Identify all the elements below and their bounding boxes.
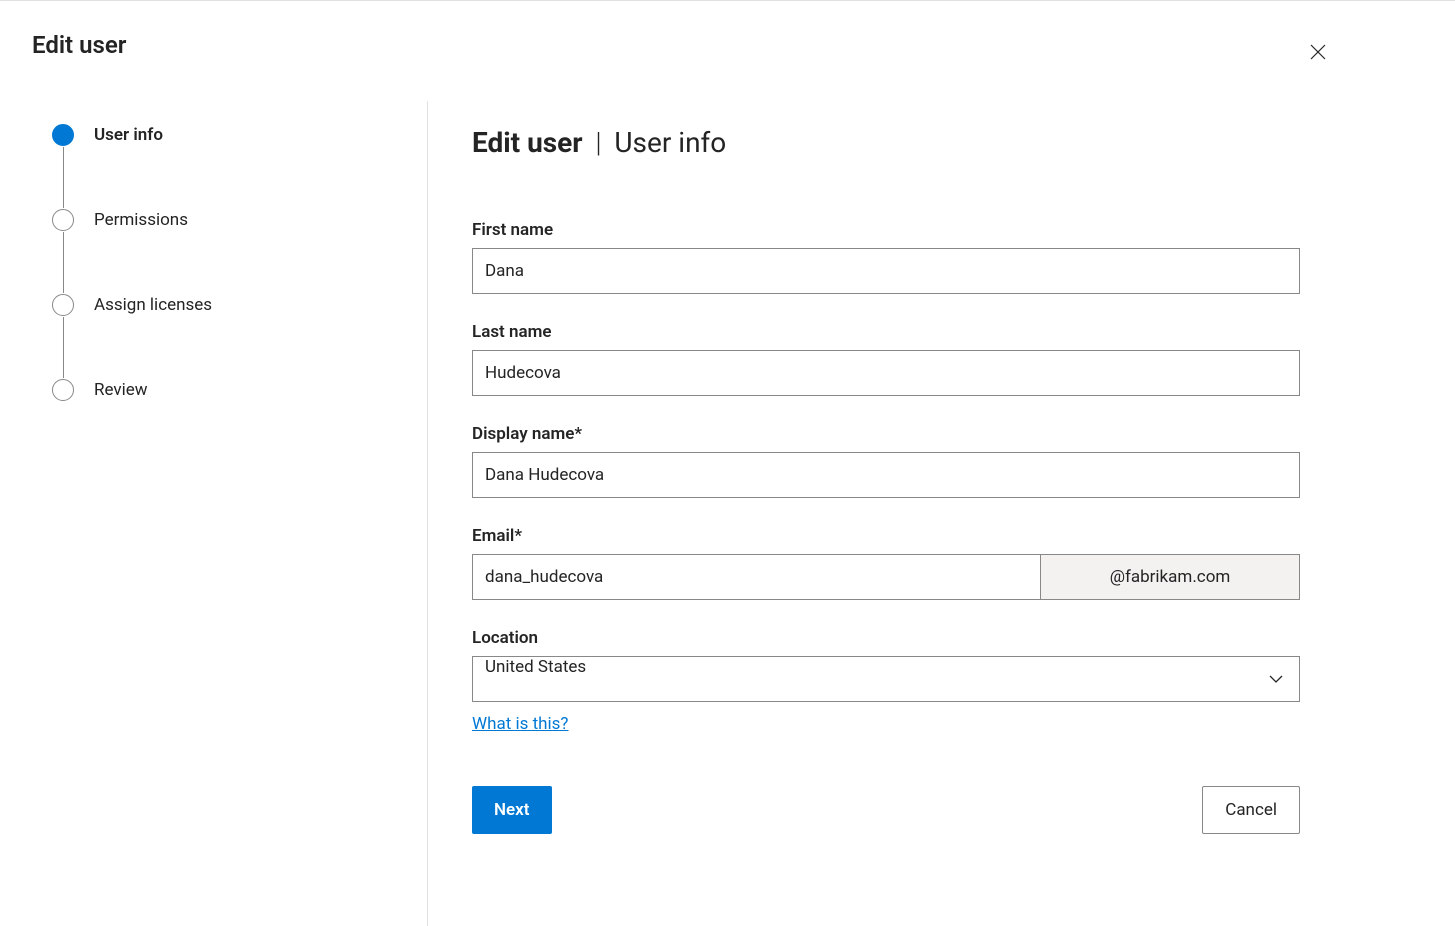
step-label: Review bbox=[94, 380, 148, 400]
next-button[interactable]: Next bbox=[472, 786, 552, 834]
step-label: Permissions bbox=[94, 210, 188, 230]
field-last-name: Last name bbox=[472, 322, 1300, 396]
step-user-info[interactable]: User info bbox=[52, 123, 427, 147]
step-circle-icon bbox=[52, 209, 74, 231]
label-email: Email* bbox=[472, 526, 1300, 546]
email-domain-suffix: @fabrikam.com bbox=[1040, 554, 1300, 600]
wizard-stepper: User info Permissions Assign licenses Re… bbox=[0, 101, 428, 926]
page-title-separator: | bbox=[589, 126, 609, 159]
step-permissions[interactable]: Permissions bbox=[52, 208, 427, 232]
select-location[interactable]: United States bbox=[472, 656, 1300, 702]
input-display-name[interactable] bbox=[472, 452, 1300, 498]
main-content: Edit user | User info First name Last na… bbox=[428, 101, 1455, 926]
page-title: Edit user | User info bbox=[472, 126, 1300, 160]
page-title-sub: User info bbox=[614, 126, 726, 159]
input-email-local[interactable] bbox=[472, 554, 1040, 600]
field-location: Location United States What is this? bbox=[472, 628, 1300, 734]
close-icon bbox=[1310, 44, 1326, 63]
step-label: Assign licenses bbox=[94, 295, 212, 315]
panel-title: Edit user bbox=[32, 31, 126, 59]
close-button[interactable] bbox=[1306, 41, 1330, 65]
step-label: User info bbox=[94, 125, 163, 145]
input-last-name[interactable] bbox=[472, 350, 1300, 396]
field-email: Email* @fabrikam.com bbox=[472, 526, 1300, 600]
what-is-this-link[interactable]: What is this? bbox=[472, 714, 568, 734]
label-first-name: First name bbox=[472, 220, 1300, 240]
label-location: Location bbox=[472, 628, 1300, 648]
step-circle-icon bbox=[52, 294, 74, 316]
label-display-name: Display name* bbox=[472, 424, 1300, 444]
field-display-name: Display name* bbox=[472, 424, 1300, 498]
label-last-name: Last name bbox=[472, 322, 1300, 342]
step-review[interactable]: Review bbox=[52, 378, 427, 402]
field-first-name: First name bbox=[472, 220, 1300, 294]
step-connector bbox=[63, 317, 65, 378]
step-circle-icon bbox=[52, 124, 74, 146]
step-connector bbox=[63, 147, 65, 208]
page-title-strong: Edit user bbox=[472, 126, 583, 159]
step-connector bbox=[63, 232, 65, 293]
step-assign-licenses[interactable]: Assign licenses bbox=[52, 293, 427, 317]
action-bar: Next Cancel bbox=[472, 786, 1300, 834]
input-first-name[interactable] bbox=[472, 248, 1300, 294]
cancel-button[interactable]: Cancel bbox=[1202, 786, 1300, 834]
step-circle-icon bbox=[52, 379, 74, 401]
